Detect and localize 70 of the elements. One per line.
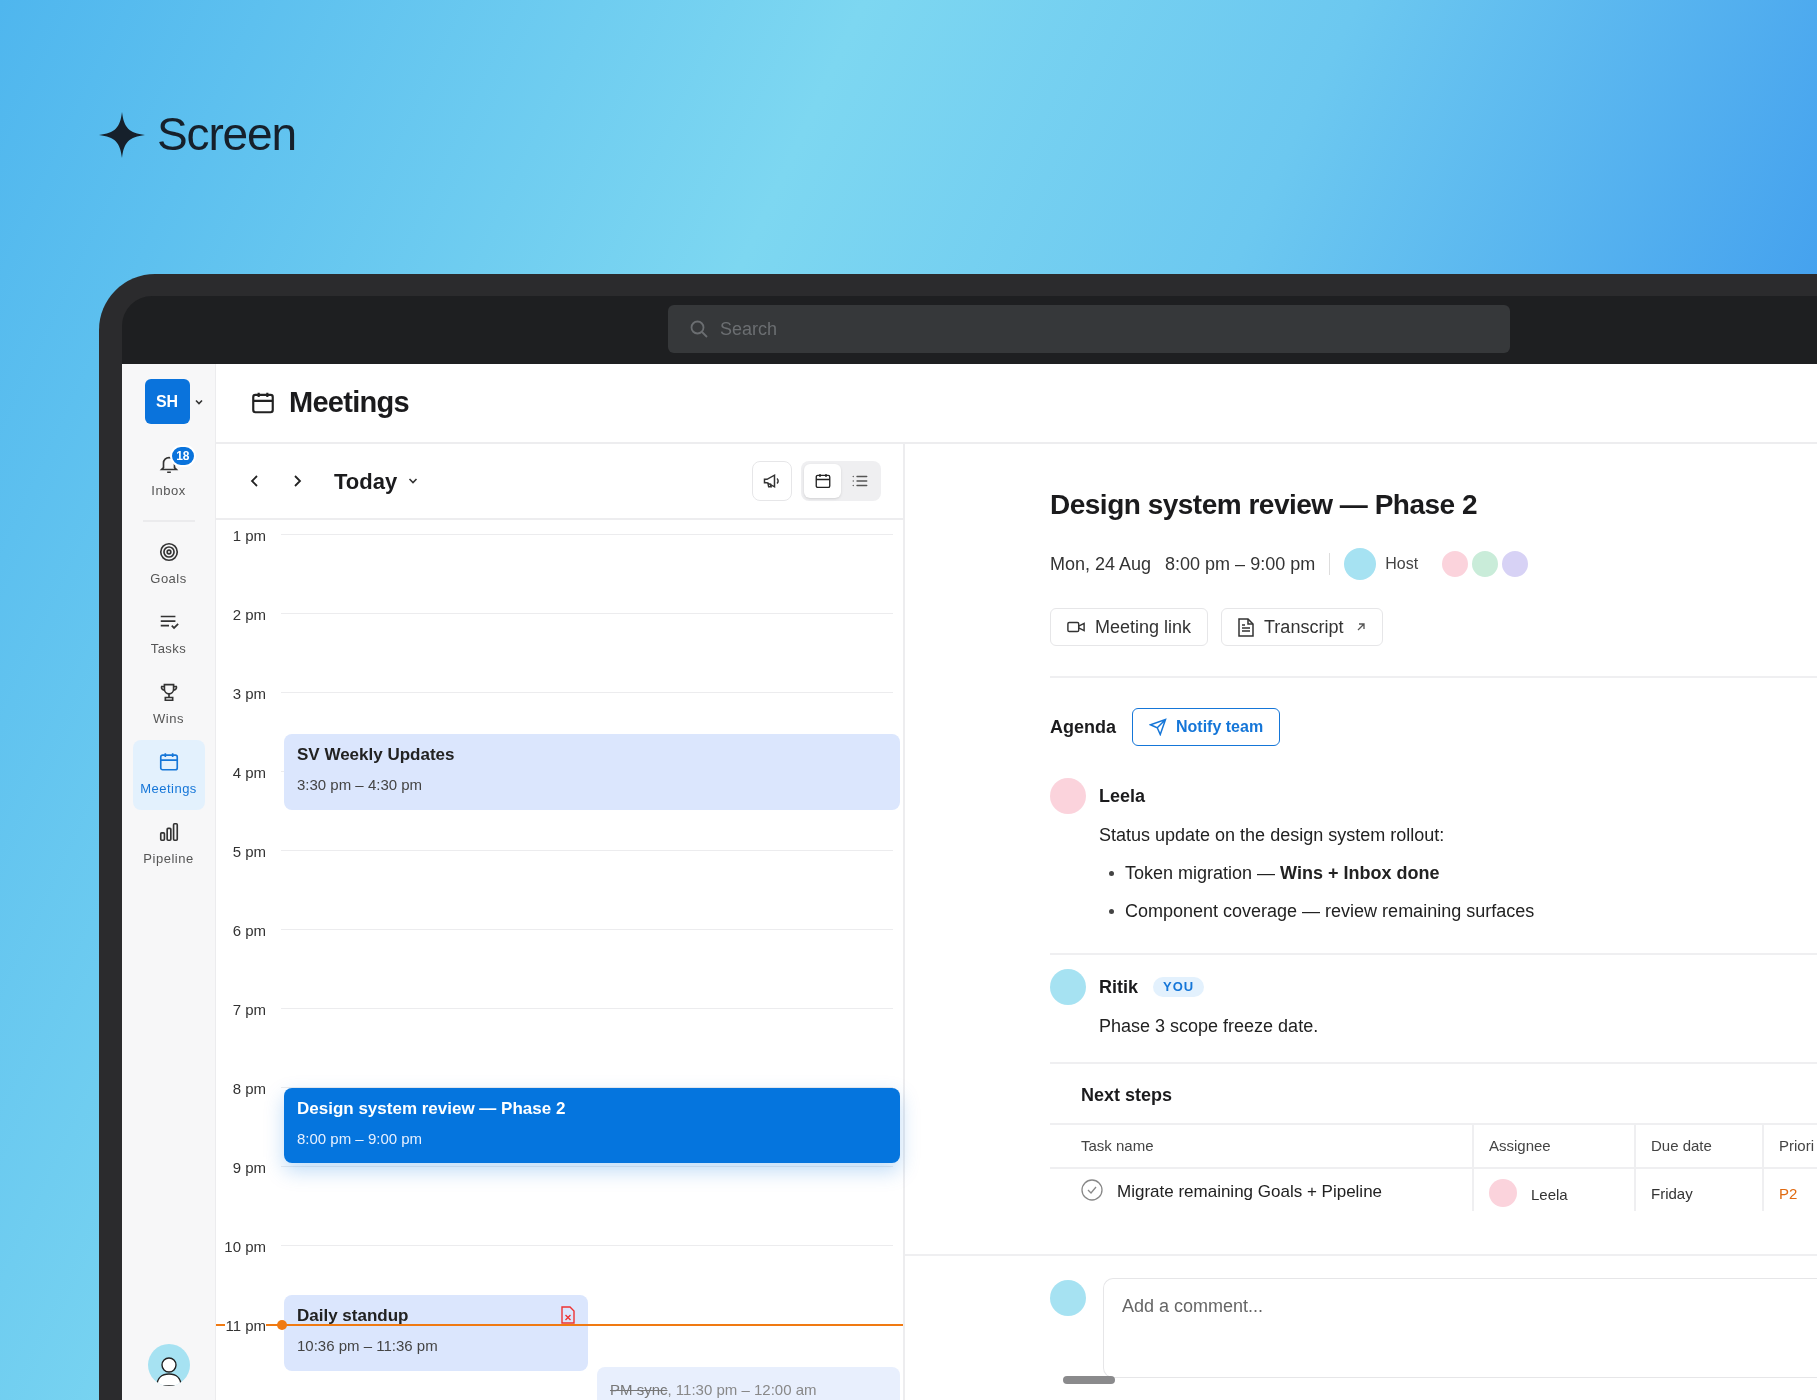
calendar-event[interactable]: SV Weekly Updates 3:30 pm – 4:30 pm [284, 734, 900, 810]
calendar-event[interactable]: PM sync, 11:30 pm – 12:00 am [597, 1367, 900, 1400]
agenda-bullet-text: Token migration — Wins + Inbox done [1125, 862, 1440, 885]
event-title: PM sync [610, 1380, 668, 1400]
section-title: Next steps [1081, 1084, 1174, 1107]
priority-cell: P2 [1779, 1185, 1798, 1202]
sidebar-item[interactable]: Pipeline [132, 810, 205, 880]
author-name: Leela [1099, 784, 1146, 808]
sidebar-item[interactable]: Tasks [132, 600, 205, 670]
calendar-view-button[interactable] [804, 464, 841, 498]
date-range-dropdown[interactable]: Today [334, 464, 420, 498]
search-icon [690, 320, 708, 338]
check-circle-icon[interactable] [1081, 1179, 1103, 1201]
table-cell-text: Migrate remaining Goals + Pipeline [1117, 1181, 1383, 1203]
table-cell-text: Leela [1531, 1185, 1568, 1205]
event-time: 3:30 pm – 4:30 pm [297, 774, 424, 795]
you-badge: YOU [1153, 977, 1205, 997]
external-link-icon [1356, 622, 1367, 632]
calendar-icon [250, 390, 276, 416]
sidebar-item[interactable]: Wins [132, 670, 205, 740]
announce-button[interactable] [752, 461, 792, 501]
brand-name: Screen [157, 107, 296, 162]
author-name: Ritik [1099, 975, 1138, 999]
sidebar-item[interactable]: Meetings [132, 740, 205, 810]
comment-text: Phase 3 scope freeze date. [1099, 1015, 1320, 1038]
page-title: Meetings [289, 385, 409, 421]
user-avatar [1050, 778, 1086, 814]
workspace-avatar[interactable]: SH [144, 379, 190, 424]
user-avatar [1489, 1179, 1517, 1207]
column-header[interactable]: Due date [1634, 1125, 1762, 1167]
comment-text: Status update on the design system rollout: [1099, 824, 1446, 847]
calendar-icon [157, 751, 180, 774]
bar-chart-icon [157, 821, 180, 844]
send-icon [1149, 718, 1167, 736]
megaphone-icon [762, 471, 782, 491]
column-header[interactable]: Priori [1762, 1125, 1817, 1167]
event-time: , 11:30 pm – 12:00 am [667, 1380, 817, 1400]
user-avatar [1050, 969, 1086, 1005]
sidebar-item[interactable]: 18 Inbox [132, 442, 205, 512]
transcript-button[interactable]: Transcript [1221, 608, 1384, 646]
agenda-bullet-text: Component coverage — review remaining surfaces [1125, 900, 1535, 923]
user-avatar [1050, 1280, 1086, 1316]
table-cell: Friday [1651, 1185, 1693, 1202]
event-title: SV Weekly Updates [297, 744, 455, 766]
event-title: Design system review — Phase 2 [297, 1098, 566, 1120]
calendar-event[interactable]: Daily standup 10:36 pm – 11:36 pm [284, 1295, 588, 1371]
document-icon [1238, 617, 1255, 637]
meeting-title: Design system review — Phase 2 [1050, 488, 1478, 522]
event-time: 10:36 pm – 11:36 pm [297, 1335, 439, 1356]
sidebar-item[interactable]: Goals [132, 530, 205, 600]
event-title: Daily standup [297, 1305, 409, 1327]
column-header[interactable]: Task name [1050, 1125, 1472, 1167]
comment-field[interactable]: Add a comment... [1103, 1278, 1817, 1378]
agenda-label: Agenda [1050, 715, 1116, 739]
meeting-time: 8:00 pm – 9:00 pm [1165, 552, 1316, 576]
count-badge: 18 [170, 445, 196, 468]
host-label: Host [1385, 554, 1419, 574]
scrollbar-thumb[interactable] [1063, 1376, 1115, 1384]
event-time: 8:00 pm – 9:00 pm [297, 1128, 424, 1149]
column-header[interactable]: Assignee [1472, 1125, 1634, 1167]
meeting-date: Mon, 24 Aug [1050, 552, 1152, 576]
target-icon [157, 541, 180, 564]
host-avatar [1344, 548, 1377, 580]
calendar-icon [813, 472, 832, 490]
file-x-icon [560, 1306, 576, 1324]
notify-team-button[interactable]: Notify team [1132, 708, 1281, 746]
user-avatar[interactable] [147, 1344, 190, 1386]
calendar-event[interactable]: Design system review — Phase 2 8:00 pm – 9:00 pm [284, 1088, 900, 1163]
meeting-link-button[interactable]: Meeting link [1050, 608, 1209, 646]
video-camera-icon [1067, 620, 1085, 634]
